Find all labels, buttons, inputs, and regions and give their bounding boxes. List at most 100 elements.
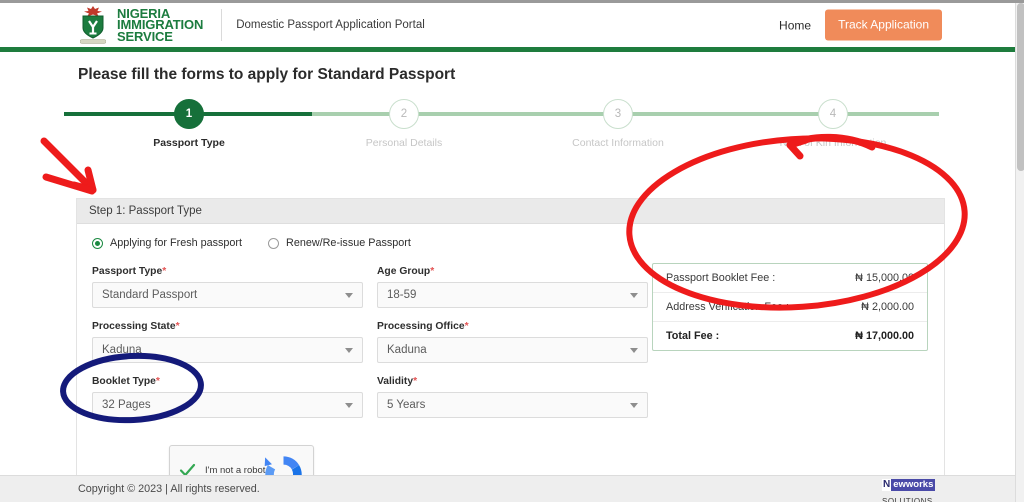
page-viewport: NIGERIA IMMIGRATION SERVICE Domestic Pas… (0, 3, 1015, 502)
fee-row-booklet: Passport Booklet Fee : ₦ 15,000.00 (653, 264, 927, 293)
select-value: 18-59 (387, 289, 417, 301)
radio-dot-icon (268, 237, 280, 249)
scrollbar-thumb[interactable] (1017, 3, 1024, 171)
passport-type-form: Passport Type* Standard Passport Age Gro… (92, 266, 667, 431)
fee-label: Address Verification Fee : (666, 301, 790, 313)
nav-link-home[interactable]: Home (779, 18, 811, 32)
label-text: Booklet Type (92, 376, 156, 387)
fee-row-total: Total Fee : ₦ 17,000.00 (653, 322, 927, 350)
select-value: 32 Pages (102, 399, 151, 411)
select-validity[interactable]: 5 Years (377, 392, 648, 418)
select-value: Kaduna (387, 344, 427, 356)
step-number-2: 2 (389, 99, 419, 129)
form-row-2: Processing State* Kaduna Processing Offi… (92, 321, 667, 363)
stepper-step-contact-information[interactable]: 3 Contact Information (548, 99, 688, 149)
label-processing-office: Processing Office* (377, 321, 648, 332)
chevron-down-icon (345, 403, 353, 408)
header-divider (221, 9, 223, 41)
select-age-group[interactable]: 18-59 (377, 282, 648, 308)
radio-label-fresh: Applying for Fresh passport (110, 237, 243, 249)
step-label-2: Personal Details (365, 137, 443, 149)
vendor-subtitle: SOLUTIONS (882, 497, 933, 502)
motto-scroll-icon (80, 39, 106, 44)
step-panel: Step 1: Passport Type Applying for Fresh… (76, 198, 945, 502)
copyright-text: Copyright © 2023 | All rights reserved. (78, 483, 260, 495)
field-age-group: Age Group* 18-59 (377, 266, 648, 308)
label-text: Validity (377, 376, 414, 387)
select-passport-type[interactable]: Standard Passport (92, 282, 363, 308)
brand-lockup: NIGERIA IMMIGRATION SERVICE (78, 6, 203, 44)
select-processing-office[interactable]: Kaduna (377, 337, 648, 363)
chevron-down-icon (345, 293, 353, 298)
step-panel-header: Step 1: Passport Type (77, 199, 944, 224)
radio-renew-passport[interactable]: Renew/Re-issue Passport (268, 237, 411, 249)
field-booklet-type: Booklet Type* 32 Pages (92, 376, 363, 418)
chevron-down-icon (345, 348, 353, 353)
fee-label: Total Fee : (666, 330, 720, 342)
vendor-logo-top: Newworks (882, 479, 942, 491)
required-marker: * (162, 266, 167, 277)
select-processing-state[interactable]: Kaduna (92, 337, 363, 363)
label-passport-type: Passport Type* (92, 266, 363, 277)
fee-label: Passport Booklet Fee : (666, 272, 776, 284)
required-marker: * (413, 376, 418, 387)
select-value: Kaduna (102, 344, 142, 356)
select-value: 5 Years (387, 399, 426, 411)
required-marker: * (155, 376, 160, 387)
form-row-3: Booklet Type* 32 Pages Validity* 5 Years (92, 376, 667, 418)
page-body: Please fill the forms to apply for Stand… (0, 52, 1015, 502)
select-booklet-type[interactable]: 32 Pages (92, 392, 363, 418)
vendor-initial: N (882, 479, 892, 491)
required-marker: * (464, 321, 469, 332)
fee-amount: ₦ 15,000.00 (855, 272, 914, 284)
header-nav: Home Track Application (779, 9, 942, 41)
label-text: Processing Office (377, 321, 465, 332)
step-label-1: Passport Type (153, 137, 225, 149)
step-number-1: 1 (174, 99, 204, 129)
step-label-3: Contact Information (572, 137, 664, 149)
site-header: NIGERIA IMMIGRATION SERVICE Domestic Pas… (0, 3, 1015, 47)
field-processing-office: Processing Office* Kaduna (377, 321, 648, 363)
page-title: Please fill the forms to apply for Stand… (78, 66, 456, 83)
step-panel-body: Applying for Fresh passport Renew/Re-iss… (77, 224, 944, 502)
fee-summary-panel: Passport Booklet Fee : ₦ 15,000.00 Addre… (652, 263, 928, 351)
step-number-3: 3 (603, 99, 633, 129)
track-application-button[interactable]: Track Application (825, 9, 942, 41)
stepper-step-personal-details[interactable]: 2 Personal Details (334, 99, 474, 149)
stepper-step-passport-type[interactable]: 1 Passport Type (119, 99, 259, 149)
stepper-step-next-of-kin-information[interactable]: 4 Next of Kin Information (763, 99, 903, 149)
select-value: Standard Passport (102, 289, 198, 301)
brand-line-3: SERVICE (117, 28, 173, 44)
progress-stepper: 1 Passport Type 2 Personal Details 3 Con… (64, 99, 939, 149)
fee-row-address-verification: Address Verification Fee : ₦ 2,000.00 (653, 293, 927, 322)
step-label-4: Next of Kin Information (779, 137, 887, 149)
step-number-4: 4 (818, 99, 848, 129)
fee-amount: ₦ 2,000.00 (861, 301, 914, 313)
label-processing-state: Processing State* (92, 321, 363, 332)
chevron-down-icon (630, 348, 638, 353)
site-footer: Copyright © 2023 | All rights reserved. … (0, 475, 1015, 502)
label-age-group: Age Group* (377, 266, 648, 277)
nigeria-coat-of-arms-icon (78, 6, 108, 44)
form-row-1: Passport Type* Standard Passport Age Gro… (92, 266, 667, 308)
radio-label-renew: Renew/Re-issue Passport (286, 237, 411, 249)
field-validity: Validity* 5 Years (377, 376, 648, 418)
radio-fresh-passport[interactable]: Applying for Fresh passport (92, 237, 242, 249)
field-processing-state: Processing State* Kaduna (92, 321, 363, 363)
fee-amount: ₦ 17,000.00 (855, 330, 914, 342)
vendor-name-rest: ewworks (891, 479, 936, 491)
required-marker: * (430, 266, 435, 277)
chevron-down-icon (630, 293, 638, 298)
label-text: Passport Type (92, 266, 163, 277)
brand-name: NIGERIA IMMIGRATION SERVICE (117, 7, 203, 44)
chevron-down-icon (630, 403, 638, 408)
label-text: Age Group (377, 266, 431, 277)
label-validity: Validity* (377, 376, 648, 387)
field-passport-type: Passport Type* Standard Passport (92, 266, 363, 308)
page-scrollbar[interactable] (1015, 3, 1024, 502)
portal-title: Domestic Passport Application Portal (236, 19, 425, 31)
newworks-solutions-logo: Newworks SOLUTIONS (882, 479, 942, 502)
radio-dot-icon (92, 237, 103, 249)
application-type-radio-group: Applying for Fresh passport Renew/Re-iss… (92, 237, 411, 249)
label-text: Processing State (92, 321, 176, 332)
